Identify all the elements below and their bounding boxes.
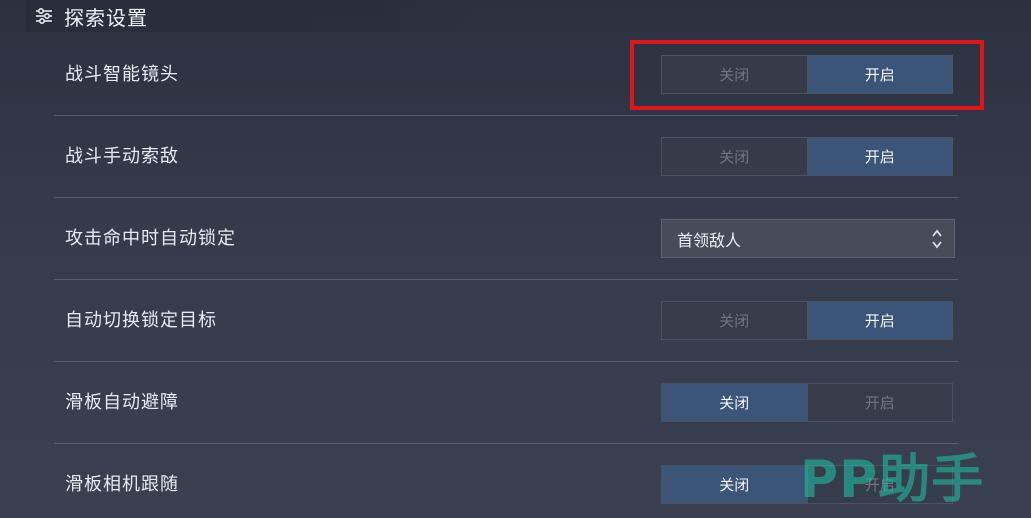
section-header: 探索设置 [26, 0, 478, 32]
setting-row-manual-targeting: 战斗手动索敌 关闭 开启 [54, 116, 958, 198]
setting-row-auto-lock-on-hit: 攻击命中时自动锁定 首领敌人 [54, 198, 958, 280]
setting-label: 战斗智能镜头 [65, 64, 179, 85]
on-button[interactable]: 开启 [806, 384, 952, 421]
pp-assistant-watermark: PP助手 [800, 450, 985, 510]
manual-targeting-toggle: 关闭 开启 [661, 137, 953, 176]
on-button[interactable]: 开启 [806, 302, 952, 339]
setting-row-skateboard-auto-avoid: 滑板自动避障 关闭 开启 [54, 362, 958, 444]
on-button[interactable]: 开启 [806, 138, 952, 175]
select-value: 首领敌人 [677, 230, 742, 250]
highlight-annotation-box [630, 40, 984, 110]
setting-label: 自动切换锁定目标 [65, 310, 217, 331]
off-button[interactable]: 关闭 [662, 138, 807, 175]
sliders-icon [36, 7, 52, 25]
auto-lock-select[interactable]: 首领敌人 [661, 219, 955, 258]
setting-label: 滑板自动避障 [65, 392, 179, 413]
setting-label: 滑板相机跟随 [65, 474, 179, 495]
off-button[interactable]: 关闭 [662, 384, 807, 421]
skateboard-auto-avoid-toggle: 关闭 开启 [661, 383, 953, 422]
setting-row-auto-switch-target: 自动切换锁定目标 关闭 开启 [54, 280, 958, 362]
off-button[interactable]: 关闭 [662, 302, 807, 339]
up-down-arrows-icon [932, 229, 942, 248]
setting-label: 战斗手动索敌 [65, 146, 179, 167]
off-button[interactable]: 关闭 [662, 466, 807, 503]
setting-label: 攻击命中时自动锁定 [65, 228, 236, 249]
section-title: 探索设置 [64, 5, 148, 30]
auto-switch-target-toggle: 关闭 开启 [661, 301, 953, 340]
